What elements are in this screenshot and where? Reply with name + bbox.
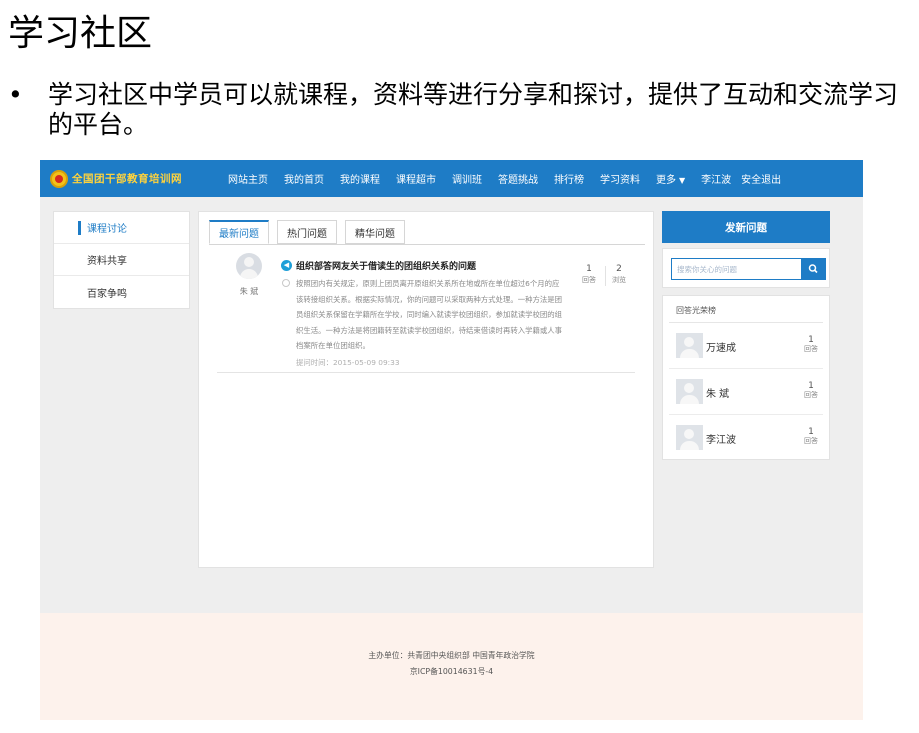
logout-link[interactable]: 安全退出	[741, 171, 781, 186]
sidebar-item-contending-schools[interactable]: 百家争鸣	[54, 276, 189, 308]
sidebar-item-label: 百家争鸣	[87, 288, 127, 300]
speaker-icon: ◀	[281, 260, 292, 271]
answer-count-value: 1	[586, 264, 592, 274]
honor-list-item[interactable]: 万速成 1 回答	[669, 323, 823, 369]
nav-user-name[interactable]: 李江波	[701, 171, 731, 186]
tab-featured-questions[interactable]: 精华问题	[345, 220, 405, 244]
footer-organizer: 主办单位：共青团中央组织部 中国青年政治学院	[368, 651, 535, 660]
top-navigation-bar: 全国团干部教育培训网 网站主页 我的首页 我的课程 课程超市 调训班 答题挑战 …	[40, 160, 863, 197]
question-tabs: 最新问题 热门问题 精华问题	[209, 220, 413, 244]
nav-item-materials[interactable]: 学习资料	[600, 171, 640, 186]
view-count-value: 2	[616, 264, 622, 274]
active-indicator	[78, 221, 81, 235]
honor-answer-count: 1 回答	[799, 381, 823, 400]
answer-count: 1 回答	[575, 264, 603, 285]
left-sidebar-menu: 课程讨论 资料共享 百家争鸣	[53, 211, 190, 309]
honor-user-name: 万速成	[706, 343, 736, 354]
honor-list-item[interactable]: 朱 斌 1 回答	[669, 369, 823, 415]
sidebar-item-course-discussion[interactable]: 课程讨论	[54, 212, 189, 244]
honor-answer-count: 1 回答	[799, 427, 823, 446]
nav-item-quiz-challenge[interactable]: 答题挑战	[498, 171, 538, 186]
honor-board-title: 回答光荣榜	[676, 306, 716, 315]
answer-count-label: 回答	[582, 276, 596, 284]
question-answer-excerpt: 按照团内有关规定，原则上团员离开原组织关系所在地或所在单位超过6个月的应该转接组…	[296, 279, 563, 350]
chevron-down-icon: ▼	[679, 176, 686, 185]
honor-count-label: 回答	[804, 391, 818, 399]
view-count-label: 浏览	[612, 276, 626, 284]
question-title-link[interactable]: 组织部答网友关于借读生的团组织关系的问题	[296, 259, 476, 272]
nav-item-my-home[interactable]: 我的首页	[284, 171, 324, 186]
ask-question-button[interactable]: 发新问题	[662, 211, 830, 243]
sidebar-item-label: 资料共享	[87, 256, 127, 267]
honor-count-label: 回答	[804, 345, 818, 353]
question-time-label: 提问时间：	[296, 358, 333, 367]
honor-list-item[interactable]: 李江波 1 回答	[669, 415, 823, 461]
honor-count-label: 回答	[804, 437, 818, 445]
question-search-box	[662, 248, 830, 288]
search-button[interactable]	[801, 258, 826, 280]
honor-count-value: 1	[808, 335, 814, 345]
nav-item-my-courses[interactable]: 我的课程	[340, 171, 380, 186]
avatar-icon	[676, 425, 703, 450]
bullet-text: 学习社区中学员可以就课程，资料等进行分享和探讨，提供了互动和交流学习的平台。	[48, 80, 899, 139]
nav-more-menu[interactable]: 更多 ▼	[656, 171, 685, 186]
avatar-icon	[676, 333, 703, 358]
nav-item-ranking[interactable]: 排行榜	[554, 171, 584, 186]
footer-icp-number[interactable]: 京ICP备10014631号-4	[40, 666, 863, 677]
search-input[interactable]	[671, 258, 801, 280]
radio-icon	[282, 279, 290, 287]
bullet-marker: •	[8, 80, 23, 109]
question-time-value: 2015-05-09 09:33	[332, 358, 400, 367]
question-divider	[217, 372, 635, 373]
honor-user-name: 朱 斌	[706, 389, 730, 400]
question-author-name[interactable]: 朱 斌	[231, 286, 267, 297]
honor-count-value: 1	[808, 381, 814, 391]
embedded-screenshot: 全国团干部教育培训网 网站主页 我的首页 我的课程 课程超市 调训班 答题挑战 …	[40, 160, 863, 720]
avatar-icon	[676, 379, 703, 404]
slide-bullet: • 学习社区中学员可以就课程，资料等进行分享和探讨，提供了互动和交流学习的平台。	[8, 80, 913, 140]
site-footer: 主办单位：共青团中央组织部 中国青年政治学院 京ICP备10014631号-4	[40, 613, 863, 720]
question-author-avatar[interactable]	[236, 253, 262, 279]
slide-title: 学习社区	[8, 13, 153, 54]
question-time: 提问时间：2015-05-09 09:33	[296, 357, 400, 368]
nav-item-course-market[interactable]: 课程超市	[396, 171, 436, 186]
nav-item-home[interactable]: 网站主页	[228, 171, 268, 186]
question-list-panel: 最新问题 热门问题 精华问题 朱 斌 ◀ 组织部答网友关于借读生的团组织关系的问…	[198, 211, 654, 568]
answer-honor-board: 回答光荣榜 万速成 1 回答 朱 斌 1 回答 李江波 1 回答	[662, 295, 830, 460]
honor-user-name: 李江波	[706, 435, 736, 446]
sidebar-item-material-sharing[interactable]: 资料共享	[54, 244, 189, 276]
sidebar-item-label: 课程讨论	[87, 224, 127, 235]
tab-latest-questions[interactable]: 最新问题	[209, 220, 269, 244]
site-logo-text: 全国团干部教育培训网	[72, 173, 182, 185]
nav-more-label: 更多	[656, 175, 676, 186]
honor-answer-count: 1 回答	[799, 335, 823, 354]
view-count: 2 浏览	[605, 264, 633, 285]
nav-item-training-class[interactable]: 调训班	[452, 171, 482, 186]
tab-underline	[209, 244, 645, 245]
tab-hot-questions[interactable]: 热门问题	[277, 220, 337, 244]
search-icon	[808, 264, 818, 274]
honor-count-value: 1	[808, 427, 814, 437]
site-logo[interactable]: 全国团干部教育培训网	[50, 169, 210, 188]
party-emblem-icon	[50, 169, 68, 188]
